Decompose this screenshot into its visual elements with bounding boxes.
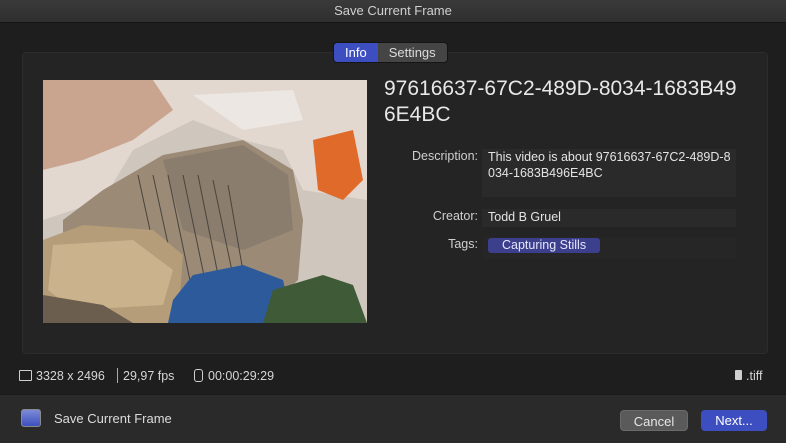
- creator-row: Creator: Todd B Gruel: [400, 209, 738, 227]
- divider: [117, 368, 118, 383]
- next-button[interactable]: Next...: [701, 410, 767, 431]
- clip-title: 97616637-67C2-489D-8034-1683B496E4BC: [384, 77, 737, 126]
- creator-value[interactable]: Todd B Gruel: [482, 209, 736, 227]
- frame-size-icon: [19, 370, 32, 381]
- frame-image: [43, 80, 367, 323]
- tab-settings[interactable]: Settings: [377, 43, 447, 62]
- file-type-text: .tiff: [746, 369, 763, 383]
- cancel-button[interactable]: Cancel: [620, 410, 688, 431]
- status-bar: 3328 x 2496 29,97 fps 00:00:29:29 .tiff: [0, 362, 786, 392]
- frame-thumbnail: [43, 80, 367, 323]
- save-frame-icon: [21, 409, 41, 427]
- window-title: Save Current Frame: [0, 0, 786, 23]
- description-row: Description: This video is about 9761663…: [400, 149, 738, 197]
- creator-label: Creator:: [432, 209, 478, 223]
- duration-text: 00:00:29:29: [208, 369, 275, 383]
- resolution-text: 3328 x 2496: [36, 369, 105, 383]
- description-label: Description:: [412, 149, 478, 163]
- destination-label: Save Current Frame: [54, 411, 172, 426]
- tab-info[interactable]: Info: [334, 43, 378, 62]
- tags-row: Tags: Capturing Stills: [400, 237, 738, 259]
- fps-text: 29,97 fps: [123, 369, 175, 383]
- file-icon: [735, 370, 742, 380]
- tag-capturing-stills[interactable]: Capturing Stills: [488, 238, 601, 253]
- tags-label: Tags:: [448, 237, 478, 251]
- tab-bar: Info Settings: [333, 42, 448, 63]
- duration-icon: [194, 369, 203, 382]
- dialog-footer: Save Current Frame Cancel Next...: [0, 394, 786, 443]
- description-value[interactable]: This video is about 97616637-67C2-489D-8…: [482, 149, 736, 197]
- tags-field[interactable]: Capturing Stills: [482, 237, 736, 259]
